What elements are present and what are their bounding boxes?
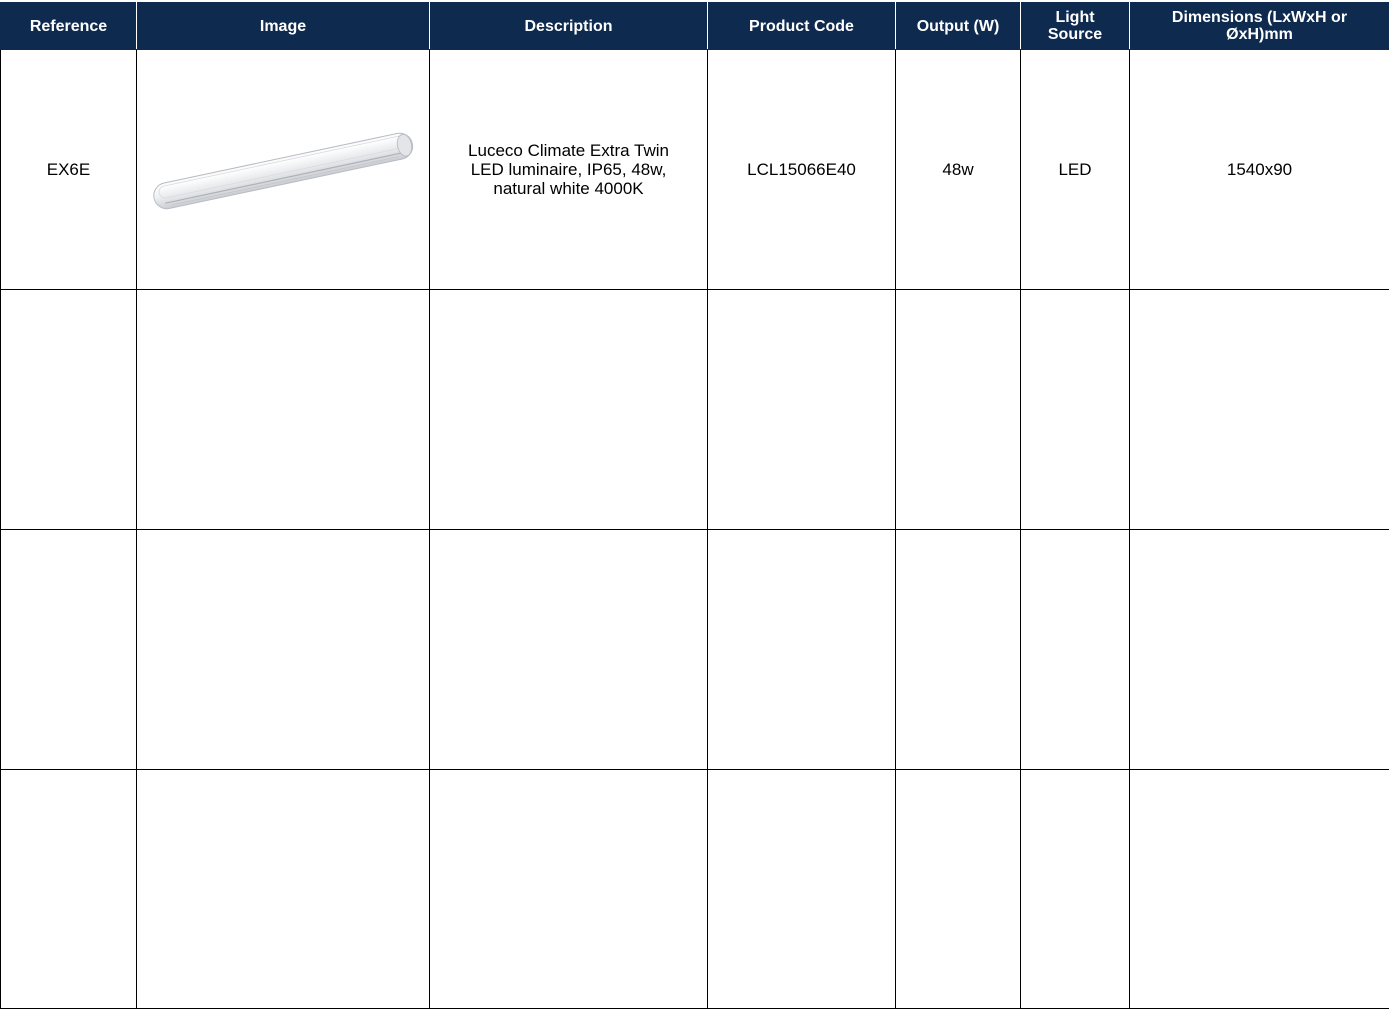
cell-description xyxy=(429,769,708,1009)
description-line2: LED luminaire, IP65, 48w, xyxy=(470,160,667,179)
luminaire-schedule-sheet: Reference Image Description Product Code… xyxy=(0,0,1389,1017)
table-row xyxy=(0,529,1389,770)
cell-image xyxy=(136,289,430,530)
cell-product-code xyxy=(707,529,896,770)
cell-output xyxy=(895,289,1021,530)
cell-dimensions: 1540x90 xyxy=(1129,49,1389,290)
header-reference: Reference xyxy=(0,2,137,50)
description-line1: Luceco Climate Extra Twin xyxy=(468,141,669,160)
table-row xyxy=(0,289,1389,530)
cell-product-code xyxy=(707,289,896,530)
table-row: EX6E Luceco Climate Extra Twin LED lumin… xyxy=(0,49,1389,290)
table-header-row: Reference Image Description Product Code… xyxy=(0,2,1389,50)
cell-reference: EX6E xyxy=(0,49,137,290)
header-light-source-line1: Light xyxy=(1055,9,1095,26)
cell-description: Luceco Climate Extra Twin LED luminaire,… xyxy=(429,49,708,290)
header-dimensions: Dimensions (LxWxH or ØxH)mm xyxy=(1129,2,1389,50)
cell-reference xyxy=(0,769,137,1009)
cell-output xyxy=(895,529,1021,770)
cell-output xyxy=(895,769,1021,1009)
table-row xyxy=(0,769,1389,1009)
cell-description xyxy=(429,289,708,530)
cell-light-source: LED xyxy=(1020,49,1130,290)
cell-output: 48w xyxy=(895,49,1021,290)
cell-product-code: LCL15066E40 xyxy=(707,49,896,290)
cell-light-source xyxy=(1020,289,1130,530)
luminaire-schedule-table: Reference Image Description Product Code… xyxy=(0,2,1389,1009)
cell-light-source xyxy=(1020,529,1130,770)
cell-dimensions xyxy=(1129,529,1389,770)
cell-dimensions xyxy=(1129,289,1389,530)
led-batten-luminaire-image xyxy=(153,132,414,209)
cell-dimensions xyxy=(1129,769,1389,1009)
header-dimensions-line1: Dimensions (LxWxH or xyxy=(1171,9,1348,26)
cell-product-code xyxy=(707,769,896,1009)
header-image: Image xyxy=(136,2,430,50)
cell-light-source xyxy=(1020,769,1130,1009)
header-light-source-line2: Source xyxy=(1047,26,1103,43)
cell-description xyxy=(429,529,708,770)
header-output: Output (W) xyxy=(895,2,1021,50)
cell-reference xyxy=(0,289,137,530)
header-dimensions-line2: ØxH)mm xyxy=(1226,26,1293,43)
header-light-source: Light Source xyxy=(1020,2,1130,50)
cell-image xyxy=(136,769,430,1009)
header-description: Description xyxy=(429,2,708,50)
cell-image xyxy=(136,529,430,770)
cell-image xyxy=(136,49,430,290)
description-line3: natural white 4000K xyxy=(493,179,644,198)
header-product-code: Product Code xyxy=(707,2,896,50)
cell-reference xyxy=(0,529,137,770)
